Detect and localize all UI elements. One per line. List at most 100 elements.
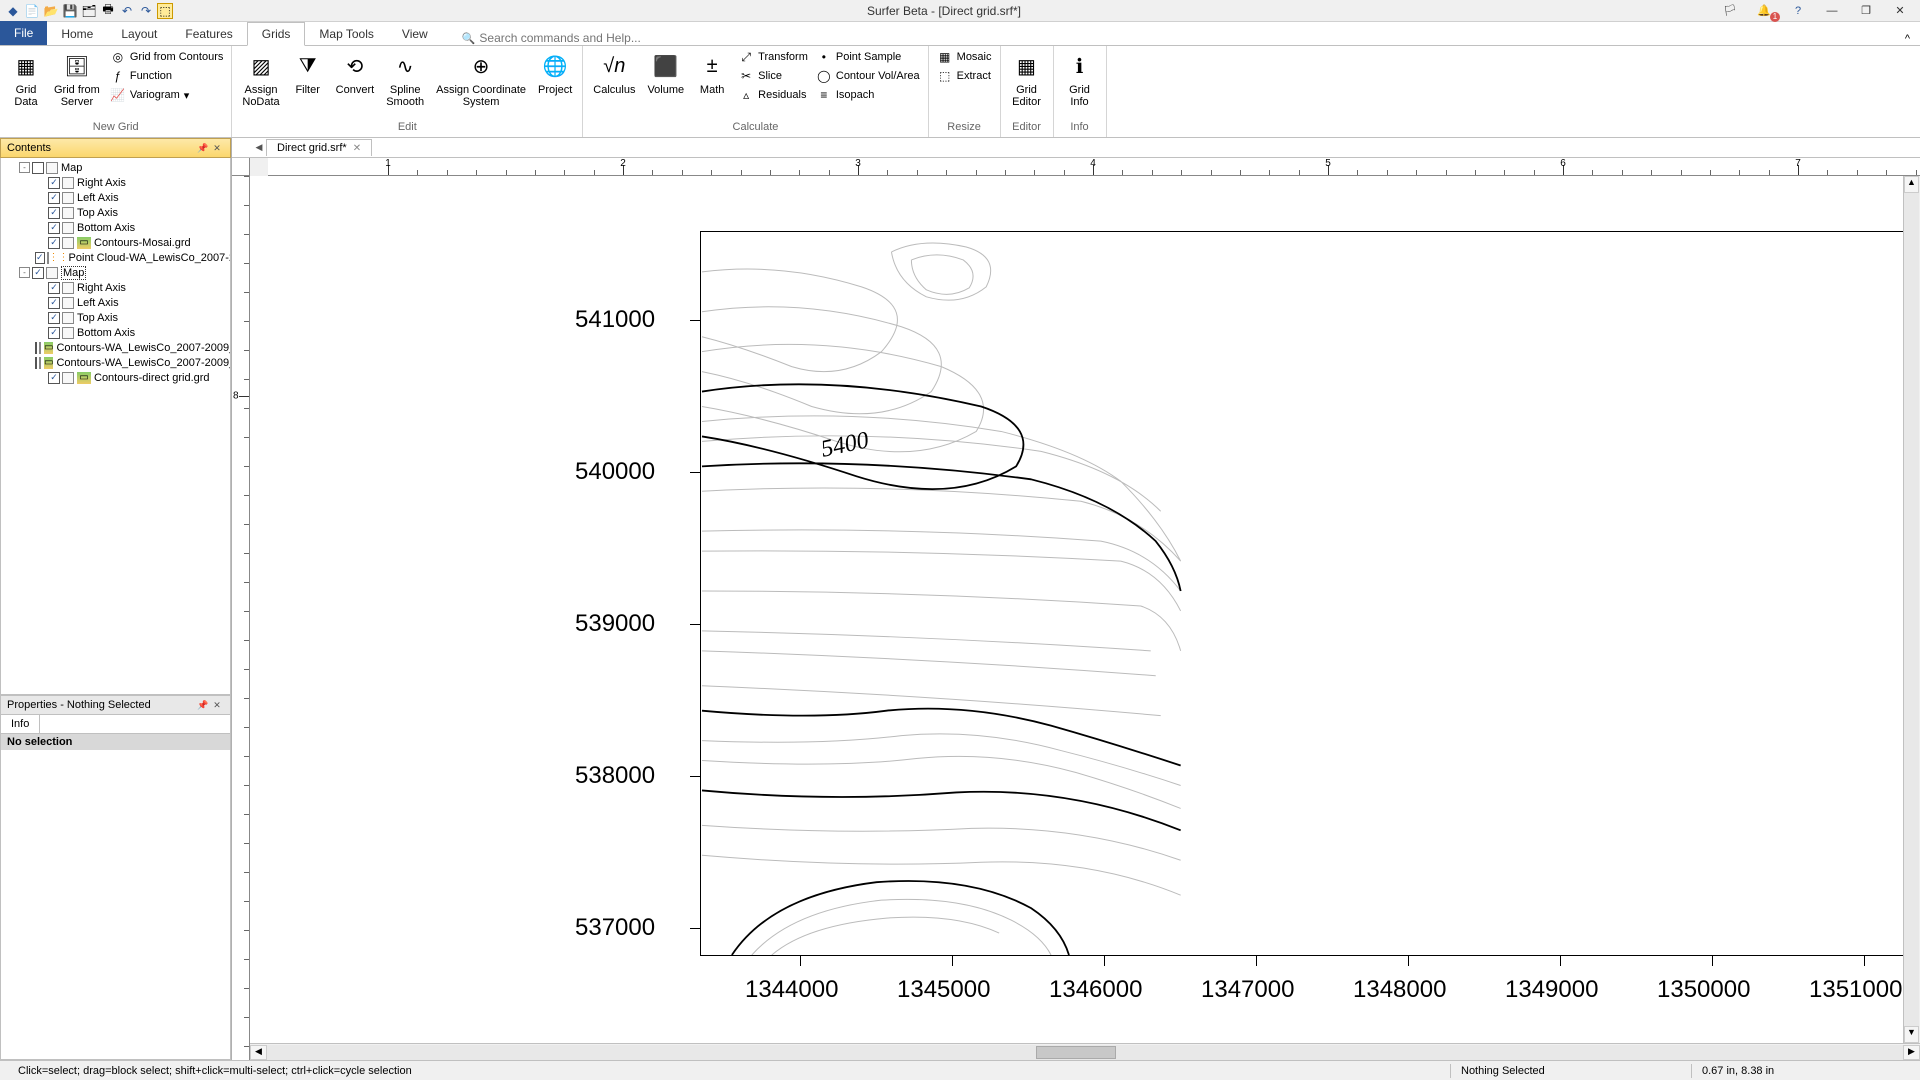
- slice-button[interactable]: ✂Slice: [736, 67, 810, 85]
- tab-grids[interactable]: Grids: [247, 22, 306, 46]
- tab-layout[interactable]: Layout: [107, 23, 171, 45]
- vertical-scrollbar[interactable]: ▲ ▼: [1903, 176, 1920, 1043]
- close-panel-icon[interactable]: ✕: [210, 141, 224, 155]
- residuals-button[interactable]: ▵Residuals: [736, 86, 810, 104]
- tree-node[interactable]: ✓Right Axis: [1, 175, 230, 190]
- expand-icon[interactable]: -: [19, 162, 30, 173]
- save-icon[interactable]: 💾: [62, 3, 78, 19]
- visibility-icon[interactable]: [39, 342, 41, 354]
- variogram-button[interactable]: 📈Variogram ▾: [108, 86, 226, 104]
- tree-node[interactable]: ✓▭Contours-direct grid.grd: [1, 370, 230, 385]
- checkbox[interactable]: ✓: [48, 327, 60, 339]
- assign-nodata-button[interactable]: ▨AssignNoData: [238, 48, 283, 110]
- checkbox[interactable]: ✓: [48, 222, 60, 234]
- checkbox[interactable]: [35, 357, 37, 369]
- checkbox[interactable]: ✓: [48, 237, 60, 249]
- checkbox[interactable]: ✓: [32, 267, 44, 279]
- collapse-ribbon-icon[interactable]: ^: [1905, 33, 1910, 45]
- saveall-icon[interactable]: 🗂: [81, 3, 97, 19]
- grid-from-contours-button[interactable]: ◎Grid from Contours: [108, 48, 226, 66]
- minimize-button[interactable]: —: [1818, 2, 1846, 20]
- map-frame[interactable]: 5400: [700, 231, 1903, 956]
- tree-node[interactable]: ▭Contours-WA_LewisCo_2007-2009_000382.: [1, 355, 230, 370]
- visibility-icon[interactable]: [62, 297, 74, 309]
- tree-node[interactable]: -Map: [1, 160, 230, 175]
- extract-button[interactable]: ⬚Extract: [935, 67, 994, 85]
- scroll-thumb[interactable]: [1036, 1046, 1116, 1059]
- checkbox[interactable]: ✓: [35, 252, 45, 264]
- assign-cs-button[interactable]: ⊕Assign CoordinateSystem: [432, 48, 530, 110]
- visibility-icon[interactable]: [62, 177, 74, 189]
- tree-node[interactable]: ✓▭Contours-Mosai.grd: [1, 235, 230, 250]
- customize-icon[interactable]: ⬚: [157, 3, 173, 19]
- tab-view[interactable]: View: [388, 23, 442, 45]
- tab-prev-icon[interactable]: ◀: [252, 142, 266, 153]
- print-icon[interactable]: 🖶: [100, 3, 116, 19]
- checkbox[interactable]: ✓: [48, 312, 60, 324]
- filter-button[interactable]: ⧩Filter: [288, 48, 328, 98]
- help-icon[interactable]: ?: [1784, 2, 1812, 20]
- contents-tree[interactable]: -Map✓Right Axis✓Left Axis✓Top Axis✓Botto…: [0, 158, 231, 695]
- math-button[interactable]: ±Math: [692, 48, 732, 98]
- checkbox[interactable]: ✓: [48, 372, 60, 384]
- tab-file[interactable]: File: [0, 21, 47, 45]
- close-panel-icon[interactable]: ✕: [210, 698, 224, 712]
- flag-icon[interactable]: 🏳: [1716, 2, 1744, 20]
- document-tab[interactable]: Direct grid.srf* ✕: [266, 139, 372, 156]
- checkbox[interactable]: ✓: [48, 282, 60, 294]
- redo-icon[interactable]: ↷: [138, 3, 154, 19]
- pin-icon[interactable]: 📌: [196, 698, 210, 712]
- convert-button[interactable]: ⟲Convert: [332, 48, 379, 98]
- visibility-icon[interactable]: [46, 162, 58, 174]
- visibility-icon[interactable]: [62, 237, 74, 249]
- isopach-button[interactable]: ≡Isopach: [814, 86, 922, 104]
- contour-volarea-button[interactable]: ◯Contour Vol/Area: [814, 67, 922, 85]
- checkbox[interactable]: ✓: [48, 177, 60, 189]
- tree-node[interactable]: ✓Top Axis: [1, 310, 230, 325]
- tab-home[interactable]: Home: [47, 23, 107, 45]
- visibility-icon[interactable]: [62, 282, 74, 294]
- visibility-icon[interactable]: [39, 357, 41, 369]
- function-button[interactable]: ƒFunction: [108, 67, 226, 85]
- checkbox[interactable]: [32, 162, 44, 174]
- tree-node[interactable]: ✓Right Axis: [1, 280, 230, 295]
- canvas[interactable]: 541000540000539000538000537000 134400013…: [250, 176, 1903, 1043]
- scroll-up-icon[interactable]: ▲: [1904, 176, 1919, 193]
- visibility-icon[interactable]: [46, 267, 58, 279]
- tree-node[interactable]: ✓Left Axis: [1, 190, 230, 205]
- search-input[interactable]: [479, 31, 659, 45]
- close-button[interactable]: ✕: [1886, 2, 1914, 20]
- point-sample-button[interactable]: •Point Sample: [814, 48, 922, 66]
- properties-tab-info[interactable]: Info: [1, 715, 40, 733]
- tree-node[interactable]: -✓Map: [1, 265, 230, 280]
- spline-smooth-button[interactable]: ∿SplineSmooth: [382, 48, 428, 110]
- tree-node[interactable]: ✓Top Axis: [1, 205, 230, 220]
- notifications-icon[interactable]: 🔔: [1750, 2, 1778, 20]
- tree-node[interactable]: ✓Bottom Axis: [1, 220, 230, 235]
- visibility-icon[interactable]: [62, 327, 74, 339]
- tree-node[interactable]: ✓Left Axis: [1, 295, 230, 310]
- transform-button[interactable]: ⤢Transform: [736, 48, 810, 66]
- new-icon[interactable]: 📄: [24, 3, 40, 19]
- undo-icon[interactable]: ↶: [119, 3, 135, 19]
- open-icon[interactable]: 📂: [43, 3, 59, 19]
- scroll-left-icon[interactable]: ◀: [250, 1045, 267, 1060]
- search-box[interactable]: 🔍: [462, 31, 660, 45]
- checkbox[interactable]: ✓: [48, 207, 60, 219]
- visibility-icon[interactable]: [62, 207, 74, 219]
- visibility-icon[interactable]: [62, 372, 74, 384]
- checkbox[interactable]: ✓: [48, 192, 60, 204]
- tab-features[interactable]: Features: [171, 23, 246, 45]
- grid-editor-button[interactable]: ▦GridEditor: [1007, 48, 1047, 110]
- maximize-button[interactable]: ❐: [1852, 2, 1880, 20]
- project-button[interactable]: 🌐Project: [534, 48, 576, 98]
- tree-node[interactable]: ✓Bottom Axis: [1, 325, 230, 340]
- horizontal-scrollbar[interactable]: ◀ ▶: [250, 1043, 1920, 1060]
- pin-icon[interactable]: 📌: [196, 141, 210, 155]
- tree-node[interactable]: ✓⋮⋮Point Cloud-WA_LewisCo_2007-2009_0003: [1, 250, 230, 265]
- calculus-button[interactable]: √nCalculus: [589, 48, 639, 98]
- checkbox[interactable]: ✓: [48, 297, 60, 309]
- visibility-icon[interactable]: [62, 192, 74, 204]
- volume-button[interactable]: ⬛Volume: [643, 48, 688, 98]
- scroll-right-icon[interactable]: ▶: [1903, 1045, 1920, 1060]
